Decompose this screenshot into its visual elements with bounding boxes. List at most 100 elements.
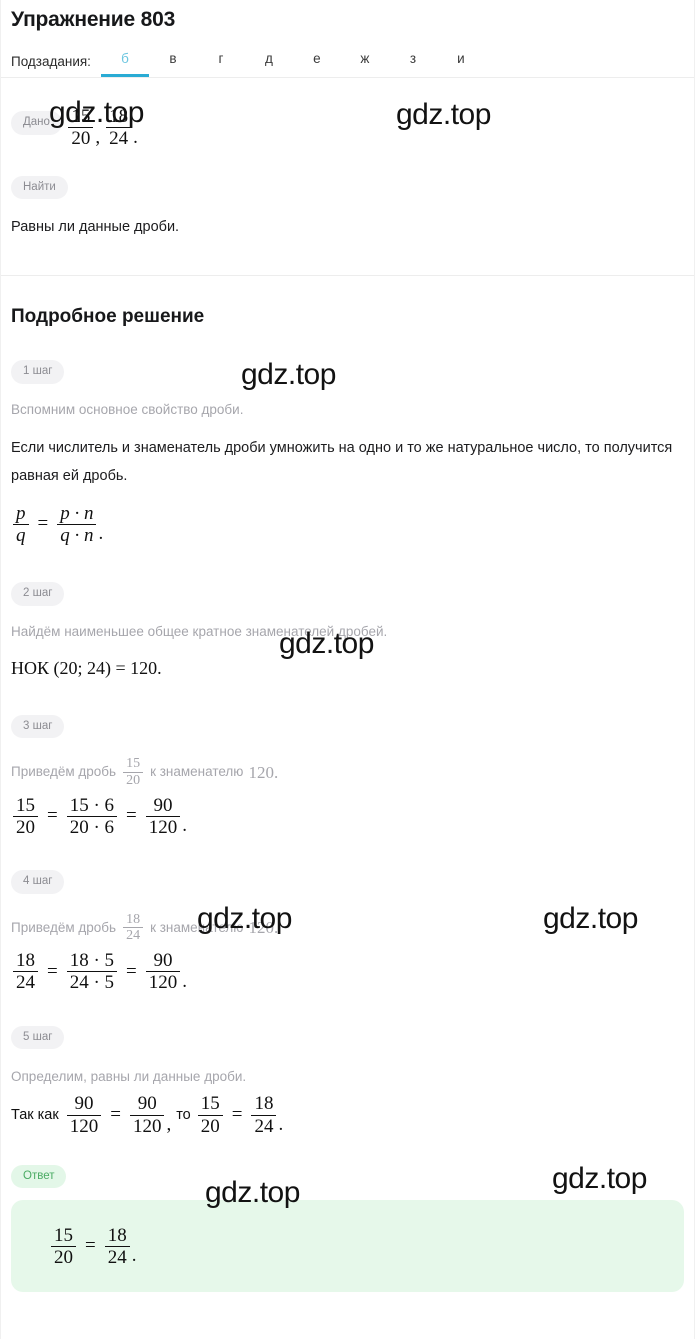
step-1-formula: p q = p · n q · n . <box>11 503 103 547</box>
chain-fraction-1: 15 20 <box>13 795 38 839</box>
equals-sign: = <box>47 960 58 982</box>
chain-fraction-2: 15 · 6 20 · 6 <box>66 794 118 839</box>
chain-period: . <box>182 970 188 992</box>
step-3-lead-after: к знаменателю <box>150 764 244 780</box>
fraction-numerator: 90 <box>74 1093 94 1115</box>
step-4-lead: Приведём дробь 18 24 к знаменателю 120. <box>11 912 684 944</box>
fraction-numerator: 18 <box>109 106 129 127</box>
step-3-lead-before: Приведём дробь <box>11 764 117 780</box>
solution-section: Подробное решение 1 шаг Вспомним основно… <box>1 276 694 1137</box>
page-title: Упражнение 803 <box>11 8 176 31</box>
fraction-denominator: 120 <box>145 971 181 993</box>
given-fractions: 15 20 , 18 24 . <box>66 106 138 150</box>
step-4-lead-before: Приведём дробь <box>11 919 117 935</box>
fraction-denominator: q · n <box>57 523 97 546</box>
fraction-numerator: 15 <box>16 794 35 816</box>
tab-zh[interactable]: ж <box>341 51 389 77</box>
tab-v[interactable]: в <box>149 51 197 77</box>
chain-fraction-2: 18 · 5 24 · 5 <box>66 950 118 994</box>
chain-fraction-3: 90 120 <box>145 950 181 994</box>
fraction-numerator: 18 <box>16 950 35 972</box>
given-badge: Дано <box>11 111 62 135</box>
find-badge: Найти <box>11 175 68 200</box>
chain-period: . <box>182 815 188 837</box>
step-4-lead-fraction: 18 24 <box>121 912 145 944</box>
fraction-numerator: p <box>16 502 26 524</box>
tab-d[interactable]: д <box>245 51 293 77</box>
chain-fraction-3: 90 120 <box>145 794 181 839</box>
equals-sign: = <box>126 960 137 982</box>
step-5-badge: 5 шаг <box>11 1025 65 1050</box>
step-2: 2 шаг Найдём наименьшее общее кратное зн… <box>11 582 684 679</box>
solution-heading: Подробное решение <box>11 306 205 328</box>
subtasks-tabbar: Подзадания: б в г д е ж з и <box>1 46 694 78</box>
given-section: Дано 15 20 , 18 24 . <box>1 78 694 150</box>
formula-right-fraction: p · n q · n <box>57 502 97 547</box>
step-1-body: Если числитель и знаменатель дроби умнож… <box>11 440 673 485</box>
step-2-muted: Найдём наименьшее общее кратное знаменат… <box>11 623 388 639</box>
fraction-numerator: 15 <box>200 1093 220 1115</box>
conclusion-fraction-4: 18 24 <box>251 1093 277 1137</box>
fraction-numerator: 15 <box>71 106 91 127</box>
step-4-lead-value: 120. <box>248 918 279 938</box>
fraction-denominator: 20 <box>13 815 38 838</box>
equals-sign: = <box>47 805 58 827</box>
tab-e[interactable]: е <box>293 51 341 77</box>
fraction-denominator: 20 <box>68 127 94 149</box>
step-1-badge: 1 шаг <box>11 360 65 384</box>
step-3-lead-fraction: 15 20 <box>121 756 145 788</box>
fraction-numerator: 15 <box>54 1224 73 1246</box>
step-1-muted: Вспомним основное свойство дроби. <box>11 401 244 417</box>
fraction-numerator: 18 <box>107 1224 127 1246</box>
equals-sign: = <box>37 513 49 535</box>
step-4-lead-after: к знаменателю <box>150 919 244 935</box>
step-4-badge: 4 шаг <box>11 870 65 894</box>
fraction-numerator: 15 <box>126 756 141 772</box>
fraction-denominator: 20 <box>123 772 144 789</box>
fraction-denominator: 20 <box>197 1114 223 1137</box>
equals-sign: = <box>126 805 137 827</box>
step-5-conclusion: Так как 90 120 = 90 120 , то 15 20 = 18 … <box>11 1093 283 1137</box>
tab-z[interactable]: з <box>389 51 437 77</box>
step-3: 3 шаг Приведём дробь 15 20 к знаменателю… <box>11 714 684 839</box>
fraction-numerator: 90 <box>153 950 173 972</box>
step-3-badge: 3 шаг <box>11 714 65 739</box>
step-5: 5 шаг Определим, равны ли данные дроби. … <box>11 1025 684 1137</box>
conclusion-middle: то <box>176 1107 191 1124</box>
equals-sign: = <box>231 1104 243 1126</box>
step-4: 4 шаг Приведём дробь 18 24 к знаменателю… <box>11 870 684 993</box>
fraction-denominator: 24 <box>104 1245 130 1268</box>
step-5-muted: Определим, равны ли данные дроби. <box>11 1069 247 1085</box>
fraction-denominator: 120 <box>66 1114 102 1137</box>
subtask-tabs: б в г д е ж з и <box>100 51 485 77</box>
step-1: 1 шаг Вспомним основное свойство дроби. … <box>11 360 684 546</box>
equals-sign: = <box>110 1104 121 1126</box>
fraction-numerator: 90 <box>153 794 173 816</box>
find-text: Равны ли данные дроби. <box>11 219 180 236</box>
step-3-chain: 15 20 = 15 · 6 20 · 6 = 90 120 . <box>11 795 187 839</box>
conclusion-fraction-2: 90 120 <box>129 1093 165 1137</box>
fraction-denominator: q <box>13 523 29 546</box>
step-3-lead: Приведём дробь 15 20 к знаменателю 120. <box>11 756 684 788</box>
tab-i[interactable]: и <box>437 51 485 77</box>
step-4-chain: 18 24 = 18 · 5 24 · 5 = 90 120 . <box>11 950 187 994</box>
given-terminator: . <box>133 126 138 148</box>
conclusion-prefix: Так как <box>11 1107 59 1124</box>
tab-b[interactable]: б <box>100 51 149 77</box>
fraction-denominator: 20 <box>51 1245 76 1268</box>
formula-left-fraction: p q <box>13 503 29 547</box>
step-3-lead-value: 120. <box>248 762 279 782</box>
answer-period: . <box>131 1245 137 1267</box>
answer-box: 15 20 = 18 24 . <box>11 1200 684 1293</box>
equals-sign: = <box>85 1235 96 1257</box>
find-section: Найти Равны ли данные дроби. <box>1 150 694 242</box>
given-separator: , <box>95 126 101 148</box>
fraction-numerator: 15 · 6 <box>69 794 115 816</box>
chain-fraction-1: 18 24 <box>13 950 38 994</box>
fraction-numerator: p · n <box>60 502 94 524</box>
fraction-numerator: 90 <box>137 1093 157 1115</box>
step-2-equation: НОК (20; 24) = 120. <box>11 657 162 678</box>
fraction-denominator: 24 <box>106 127 132 149</box>
tab-g[interactable]: г <box>197 51 245 77</box>
exercise-page: Упражнение 803 Подзадания: б в г д е ж з… <box>0 0 695 1339</box>
